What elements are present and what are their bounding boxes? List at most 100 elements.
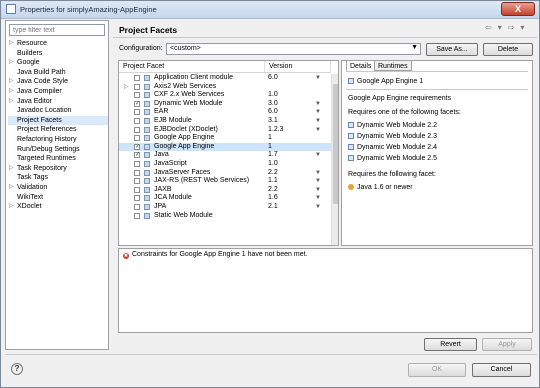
facet-row[interactable]: ✓ Google App Engine 1 [119,142,331,152]
save-as-button[interactable]: Save As... [426,43,478,56]
chevron-down-icon[interactable]: ▼ [315,126,321,135]
facet-row[interactable]: CXF 2.x Web Services 1.0 [119,91,331,100]
expand-twisty-icon[interactable]: ▷ [9,183,14,193]
facet-row[interactable]: EJB Module 3.1 ▼ [119,117,331,126]
chevron-down-icon[interactable]: ▼ [315,203,321,212]
facet-row[interactable]: ▷ Axis2 Web Services [119,83,331,92]
facet-checkbox[interactable] [134,212,140,219]
facet-checkbox[interactable] [134,203,140,210]
column-header-facet[interactable]: Project Facet [119,61,265,73]
facet-checkbox[interactable] [134,186,140,193]
chevron-down-icon[interactable]: ▼ [315,100,321,109]
chevron-down-icon[interactable]: ▼ [315,177,321,186]
back-icon[interactable]: ⇦ [485,23,492,32]
expand-twisty-icon[interactable]: ▷ [9,39,14,49]
tree-item[interactable]: ▷ Validation [8,183,108,193]
facet-row[interactable]: ✓ Java 1.7 ▼ [119,151,331,160]
ok-button[interactable]: OK [408,363,466,377]
facet-version[interactable]: 1.1 [268,177,278,186]
tree-item[interactable]: Run/Debug Settings [8,145,108,155]
facet-row[interactable]: JavaServer Faces 2.2 ▼ [119,169,331,178]
expand-twisty-icon[interactable]: ▷ [9,77,14,87]
tree-item[interactable]: WikiText [8,193,108,203]
facet-checkbox[interactable]: ✓ [134,100,140,107]
tab-details[interactable]: Details [346,60,376,71]
facet-row[interactable]: EAR 6.0 ▼ [119,108,331,117]
tree-item[interactable]: Task Tags [8,173,108,183]
tree-item[interactable]: Refactoring History [8,135,108,145]
expand-twisty-icon[interactable]: ▷ [9,97,14,107]
facet-checkbox[interactable] [134,160,140,167]
facet-version[interactable]: 1.0 [268,160,278,169]
tree-item[interactable]: Java Build Path [8,68,108,78]
chevron-down-icon[interactable]: ▼ [315,151,321,160]
revert-button[interactable]: Revert [424,338,477,351]
facet-version[interactable]: 1.6 [268,194,278,203]
filter-input[interactable] [9,24,105,36]
facet-version[interactable]: 2.2 [268,169,278,178]
facets-scrollbar[interactable] [331,74,338,245]
chevron-down-icon[interactable]: ▼ [315,117,321,126]
chevron-down-icon[interactable]: ▼ [315,194,321,203]
tree-item[interactable]: Project References [8,125,108,135]
back-menu-icon[interactable]: ▾ [498,23,502,32]
tree-item[interactable]: Targeted Runtimes [8,154,108,164]
chevron-down-icon[interactable]: ▼ [315,169,321,178]
tree-item[interactable]: ▷ Java Compiler [8,87,108,97]
tree-item[interactable]: ▷ Google [8,58,108,68]
facet-checkbox[interactable]: ✓ [134,143,140,150]
facet-row[interactable]: Static Web Module [119,212,331,221]
facet-row[interactable]: JPA 2.1 ▼ [119,203,331,212]
facet-checkbox[interactable] [134,169,140,176]
facet-version[interactable]: 2.2 [268,186,278,195]
facet-row[interactable]: JavaScript 1.0 [119,160,331,169]
tree-item[interactable]: ▷ XDoclet [8,202,108,212]
tree-item[interactable]: Javadoc Location [8,106,108,116]
facet-checkbox[interactable]: ✓ [134,152,140,159]
facet-row[interactable]: ✓ Dynamic Web Module 3.0 ▼ [119,100,331,109]
facet-version[interactable]: 3.1 [268,117,278,126]
facet-row[interactable]: Application Client module 6.0 ▼ [119,74,331,83]
tab-runtimes[interactable]: Runtimes [374,60,412,71]
tree-item[interactable]: ▷ Resource [8,39,108,49]
facet-row[interactable]: JAXB 2.2 ▼ [119,186,331,195]
tree-item[interactable]: Project Facets [8,115,108,126]
chevron-down-icon[interactable]: ▼ [315,74,321,83]
facet-row[interactable]: JAX-RS (REST Web Services) 1.1 ▼ [119,177,331,186]
tree-item[interactable]: Builders [8,49,108,59]
facet-row[interactable]: JCA Module 1.6 ▼ [119,194,331,203]
facet-checkbox[interactable] [134,75,140,81]
facet-checkbox[interactable] [134,195,140,202]
tree-item[interactable]: ▷ Java Editor [8,97,108,107]
help-icon[interactable]: ? [11,363,23,375]
expand-twisty-icon[interactable]: ▷ [9,164,14,174]
column-header-version[interactable]: Version [265,61,331,73]
expand-twisty-icon[interactable]: ▷ [9,87,14,97]
scrollbar-thumb[interactable] [333,84,338,204]
expand-twisty-icon[interactable]: ▷ [9,202,14,212]
facet-checkbox[interactable] [134,126,140,133]
facet-row[interactable]: EJBDoclet (XDoclet) 1.2.3 ▼ [119,126,331,135]
facet-version[interactable]: 1.2.3 [268,126,284,135]
facet-version[interactable]: 2.1 [268,203,278,212]
chevron-down-icon[interactable]: ▼ [315,186,321,195]
facet-checkbox[interactable] [134,117,140,124]
cancel-button[interactable]: Cancel [472,363,531,377]
facet-version[interactable]: 6.0 [268,108,278,117]
facet-version[interactable]: 6.0 [268,74,278,83]
facet-checkbox[interactable] [134,109,140,116]
facet-checkbox[interactable] [134,83,140,90]
facet-checkbox[interactable] [134,178,140,185]
tree-item[interactable]: ▷ Task Repository [8,164,108,174]
facet-version[interactable]: 3.0 [268,100,278,109]
apply-button[interactable]: Apply [482,338,532,351]
facet-version[interactable]: 1.0 [268,91,278,100]
facet-version[interactable]: 1.7 [268,151,278,160]
facet-checkbox[interactable] [134,135,140,142]
expand-twisty-icon[interactable]: ▷ [9,58,14,68]
expand-twisty-icon[interactable]: ▷ [124,83,129,92]
close-button[interactable]: X [501,2,535,16]
facet-row[interactable]: Google App Engine 1 [119,134,331,143]
facet-checkbox[interactable] [134,92,140,99]
forward-icon[interactable]: ⇨ [508,23,515,32]
